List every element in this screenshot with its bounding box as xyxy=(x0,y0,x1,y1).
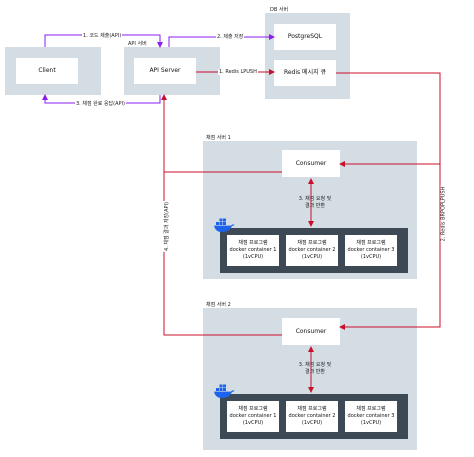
edge-save-result-1 xyxy=(161,94,282,173)
edge-save-result-label: 4. 채점 결과 저장(API) xyxy=(162,201,170,252)
edge-save-label: 2. 제출 저장 xyxy=(216,33,245,40)
edge-save-result-2 xyxy=(163,172,282,336)
edge-lpush-label: 1. Redis LPUSH xyxy=(218,69,258,75)
edge-brpoplpush-2 xyxy=(339,164,441,330)
edge-submit-code-label: 1. 코드 제출(API) xyxy=(82,32,123,39)
edge-brpoplpush xyxy=(336,72,441,167)
edge-brpoplpush-label: 2. Redis BRPOPLPUSH xyxy=(440,185,447,243)
edge-notify-done-label: 3. 채점 완료 응답(API) xyxy=(75,100,126,107)
